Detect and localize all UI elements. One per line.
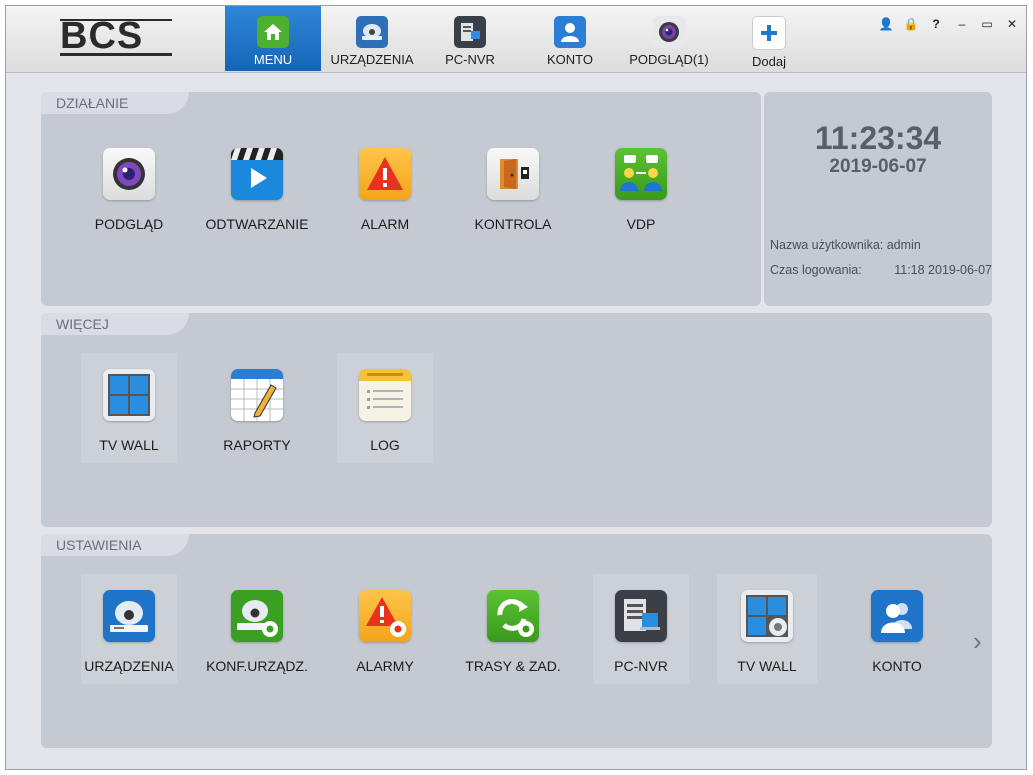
clock-time: 11:23:34 (814, 120, 942, 156)
tile-label: PODGLĄD (94, 216, 164, 232)
tile-label: KONTO (872, 658, 922, 674)
clock-date: 2019-06-07 (829, 156, 927, 177)
tours-tasks-icon (487, 590, 539, 642)
nav-label: MENU (253, 52, 293, 67)
alarm-warning-icon (359, 148, 411, 200)
pc-nvr-icon (454, 16, 486, 48)
panel-title: DZIAŁANIE (41, 92, 189, 114)
panel-status: 11:23:34 2019-06-07 Nazwa użytkownika: a… (764, 92, 992, 306)
tile-pc-nvr[interactable]: PC-NVR (593, 574, 689, 684)
tile-label: URZĄDZENIA (84, 658, 174, 674)
tile-vdp[interactable]: VDP (593, 132, 689, 242)
tile-label: VDP (626, 216, 656, 232)
nav-label: PC-NVR (445, 52, 495, 67)
login-value: 11:18 2019-06-07 (894, 263, 992, 277)
tile-label: TRASY & ZAD. (465, 658, 561, 674)
tile-label: TV WALL (99, 437, 159, 453)
door-access-icon (487, 148, 539, 200)
dome-camera-icon (356, 16, 388, 48)
nav-label: Dodaj (752, 54, 786, 69)
nav-urzadzenia[interactable]: URZĄDZENIA (324, 6, 420, 71)
nav-dodaj[interactable]: Dodaj (721, 6, 817, 71)
nav-label: KONTO (547, 52, 593, 67)
log-notepad-icon (359, 369, 411, 421)
reports-calendar-icon (231, 369, 283, 421)
panel-wiecej: WIĘCEJ TV WALL RAPORTY LOG (41, 313, 992, 527)
tile-konto[interactable]: KONTO (849, 574, 945, 684)
tile-label: ODTWARZANIE (205, 216, 309, 232)
plus-icon (752, 16, 786, 50)
tv-wall-icon (103, 369, 155, 421)
video-intercom-icon (615, 148, 667, 200)
tile-kontrola[interactable]: KONTROLA (465, 132, 561, 242)
tile-tv-wall-config[interactable]: TV WALL (717, 574, 817, 684)
camera-lens-icon (103, 148, 155, 200)
maximize-icon[interactable]: ▭ (979, 16, 995, 32)
svg-text:BCS: BCS (60, 15, 143, 57)
nav-pc-nvr[interactable]: PC-NVR (422, 6, 518, 71)
nav-label: URZĄDZENIA (330, 52, 414, 67)
tile-raporty[interactable]: RAPORTY (209, 353, 305, 463)
lock-icon[interactable]: 🔒 (903, 16, 919, 32)
tile-label: ALARM (360, 216, 410, 232)
panel-dzialanie: DZIAŁANIE PODGLĄD ODTWARZANIE ALARM KONT… (41, 92, 761, 306)
close-icon[interactable]: ✕ (1004, 16, 1020, 32)
tv-wall-config-icon (741, 590, 793, 642)
tile-log[interactable]: LOG (337, 353, 433, 463)
tile-konf-urzadz[interactable]: KONF.URZĄDZ. (206, 574, 308, 684)
bcs-logo: BCS (56, 15, 186, 61)
tile-label: ALARMY (356, 658, 414, 674)
home-icon (257, 16, 289, 48)
nav-menu[interactable]: MENU (225, 6, 321, 71)
tile-podglad[interactable]: PODGLĄD (81, 132, 177, 242)
user-icon[interactable]: 👤 (878, 16, 894, 32)
panel-ustawienia: USTAWIENIA URZĄDZENIA KONF.URZĄDZ. ALARM… (41, 534, 992, 748)
help-icon[interactable]: ? (928, 16, 944, 32)
nav-label: PODGLĄD(1) (629, 52, 709, 67)
tile-alarm[interactable]: ALARM (337, 132, 433, 242)
tile-label: PC-NVR (614, 658, 668, 674)
user-info: Nazwa użytkownika: admin (770, 238, 921, 252)
tile-tv-wall[interactable]: TV WALL (81, 353, 177, 463)
nav-podglad[interactable]: PODGLĄD(1) (619, 6, 719, 71)
panel-title: WIĘCEJ (41, 313, 189, 335)
top-bar: BCS MENU URZĄDZENIA PC-NVR KONTO PODGLĄD… (6, 6, 1026, 73)
tile-alarmy[interactable]: ALARMY (337, 574, 433, 684)
tile-label: LOG (370, 437, 400, 453)
panel-title: USTAWIENIA (41, 534, 189, 556)
minimize-icon[interactable]: – (954, 16, 970, 32)
login-info: Czas logowania: 11:18 2019-06-07 (770, 263, 992, 277)
user-label: Nazwa użytkownika: (770, 238, 884, 252)
devices-icon (103, 590, 155, 642)
app-window: BCS MENU URZĄDZENIA PC-NVR KONTO PODGLĄD… (5, 5, 1027, 770)
account-icon (871, 590, 923, 642)
tile-odtwarzanie[interactable]: ODTWARZANIE (206, 132, 308, 242)
device-config-icon (231, 590, 283, 642)
tile-trasy-zad[interactable]: TRASY & ZAD. (465, 574, 561, 684)
tile-label: RAPORTY (223, 437, 291, 453)
tile-label: KONTROLA (474, 216, 552, 232)
user-icon (554, 16, 586, 48)
next-page-arrow-icon[interactable]: › (973, 626, 982, 657)
alarm-config-icon (359, 590, 411, 642)
playback-clapper-icon (231, 148, 283, 200)
tile-urzadzenia[interactable]: URZĄDZENIA (81, 574, 177, 684)
user-value: admin (886, 238, 921, 252)
nav-konto[interactable]: KONTO (522, 6, 618, 71)
pc-nvr-config-icon (615, 590, 667, 642)
tile-label: TV WALL (737, 658, 797, 674)
camera-lens-icon (653, 16, 685, 48)
tile-label: KONF.URZĄDZ. (206, 658, 308, 674)
login-label: Czas logowania: (770, 263, 862, 277)
